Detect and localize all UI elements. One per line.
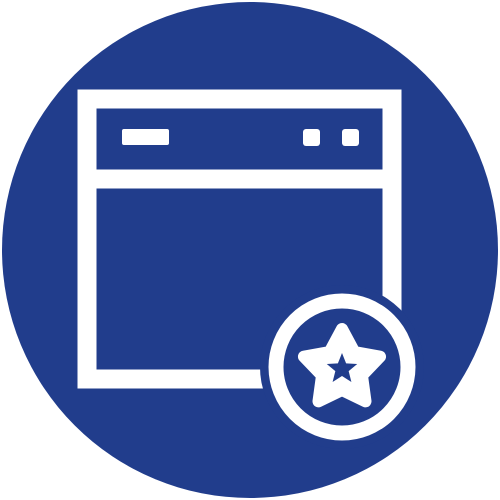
icon-canvas — [0, 0, 500, 500]
window-control-dot — [342, 129, 359, 146]
star-badge-icon — [260, 285, 424, 449]
window-control-dot — [303, 129, 320, 146]
browser-window-favorite-icon — [2, 2, 498, 498]
title-bar-pill — [122, 129, 169, 145]
circle-background — [2, 2, 498, 498]
